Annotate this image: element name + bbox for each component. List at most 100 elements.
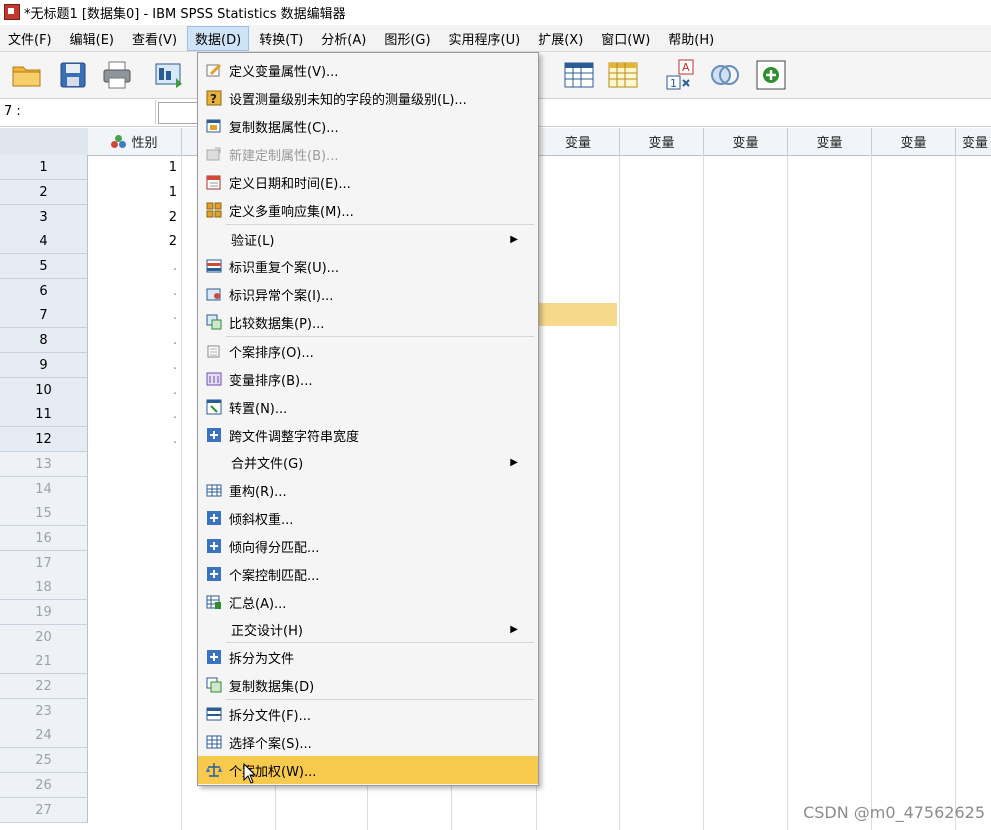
row-header[interactable]: 14 [0, 477, 88, 502]
menu-item-split-into-files[interactable]: 拆分为文件 [198, 643, 538, 671]
data-cell[interactable]: . [88, 402, 181, 426]
row-header[interactable]: 21 [0, 649, 88, 674]
row-header[interactable]: 26 [0, 773, 88, 798]
data-cell[interactable]: . [88, 303, 181, 327]
menu-transform[interactable]: 转换(T) [251, 26, 311, 51]
row-header[interactable]: 11 [0, 402, 88, 427]
selected-cell[interactable] [537, 303, 617, 326]
row-header[interactable]: 7 [0, 303, 88, 328]
row-header[interactable]: 9 [0, 353, 88, 378]
data-view-icon[interactable] [562, 58, 596, 92]
row-header[interactable]: 27 [0, 798, 88, 823]
row-header[interactable]: 25 [0, 748, 88, 773]
row-header[interactable]: 4 [0, 229, 88, 254]
menu-edit[interactable]: 编辑(E) [62, 26, 122, 51]
cell-value-field[interactable] [158, 102, 198, 124]
menu-item-restructure[interactable]: 重构(R)... [198, 476, 538, 504]
data-cell[interactable]: 2 [88, 229, 181, 253]
column-header-variable[interactable]: 变量 [956, 128, 991, 156]
menu-item-propensity-score-matching[interactable]: 倾向得分匹配... [198, 532, 538, 560]
row-header[interactable]: 24 [0, 723, 88, 748]
menu-item-sort-variables[interactable]: 变量排序(B)... [198, 365, 538, 393]
menu-item-new-custom-attribute[interactable]: 新建定制属性(B)... [198, 140, 538, 168]
column-header-gender[interactable]: 性别 [88, 128, 182, 156]
spelling-icon[interactable] [754, 58, 788, 92]
menu-item-aggregate[interactable]: 汇总(A)... [198, 588, 538, 616]
row-header[interactable]: 15 [0, 501, 88, 526]
menu-item-define-variable-properties[interactable]: 定义变量属性(V)... [198, 56, 538, 84]
row-header[interactable]: 3 [0, 205, 88, 230]
menu-item-identify-unusual-cases[interactable]: 标识异常个案(I)... [198, 280, 538, 308]
transpose-icon [206, 399, 222, 415]
menu-item-transpose[interactable]: 转置(N)... [198, 393, 538, 421]
row-header[interactable]: 2 [0, 180, 88, 205]
data-cell[interactable]: . [88, 378, 181, 402]
menu-item-set-measurement-level[interactable]: ? 设置测量级别未知的字段的测量级别(L)... [198, 84, 538, 112]
use-sets-icon[interactable] [708, 58, 742, 92]
data-cell[interactable]: 1 [88, 155, 181, 179]
row-header[interactable]: 18 [0, 575, 88, 600]
menu-view[interactable]: 查看(V) [124, 26, 185, 51]
menu-item-identify-duplicate-cases[interactable]: 标识重复个案(U)... [198, 252, 538, 280]
column-header-variable[interactable]: 变量 [620, 128, 704, 156]
recall-dialog-icon[interactable] [152, 58, 186, 92]
column-header-variable[interactable]: 变量 [537, 128, 620, 156]
submenu-arrow-icon: ▶ [510, 456, 518, 468]
menu-help[interactable]: 帮助(H) [660, 26, 722, 51]
menu-item-select-cases[interactable]: 选择个案(S)... [198, 728, 538, 756]
grid-corner[interactable] [0, 128, 89, 156]
print-icon[interactable] [100, 58, 134, 92]
menu-item-define-dates[interactable]: 定义日期和时间(E)... [198, 168, 538, 196]
menu-item-adjust-string-widths[interactable]: 跨文件调整字符串宽度 [198, 421, 538, 449]
menu-item-orthogonal-design[interactable]: 正交设计(H) ▶ [198, 615, 538, 643]
row-header[interactable]: 16 [0, 526, 88, 551]
row-header[interactable]: 22 [0, 674, 88, 699]
menu-item-copy-data-properties[interactable]: 复制数据属性(C)... [198, 112, 538, 140]
row-header[interactable]: 17 [0, 551, 88, 576]
data-cell[interactable]: 2 [88, 205, 181, 229]
menu-item-split-file[interactable]: 拆分文件(F)... [198, 700, 538, 728]
data-cell[interactable]: . [88, 353, 181, 377]
column-header-variable[interactable]: 变量 [704, 128, 788, 156]
row-header[interactable]: 13 [0, 452, 88, 477]
variable-view-icon[interactable] [606, 58, 640, 92]
menu-item-sort-cases[interactable]: 个案排序(O)... [198, 337, 538, 365]
unusual-cases-icon [206, 288, 221, 301]
menu-item-merge-files[interactable]: 合并文件(G) ▶ [198, 448, 538, 476]
column-header-variable[interactable]: 变量 [788, 128, 872, 156]
data-cell[interactable]: 1 [88, 180, 181, 204]
menu-item-compare-datasets[interactable]: 比较数据集(P)... [198, 308, 538, 336]
row-header[interactable]: 5 [0, 254, 88, 279]
column-header-variable[interactable]: 变量 [872, 128, 956, 156]
cell-name-box[interactable]: 7 : [0, 100, 156, 124]
menu-extensions[interactable]: 扩展(X) [530, 26, 591, 51]
row-header[interactable]: 20 [0, 625, 88, 650]
row-header[interactable]: 19 [0, 600, 88, 625]
menu-window[interactable]: 窗口(W) [593, 26, 658, 51]
menu-item-copy-dataset[interactable]: 复制数据集(D) [198, 671, 538, 699]
open-folder-icon[interactable] [10, 58, 44, 92]
restructure-icon [206, 484, 222, 497]
data-cell[interactable]: . [88, 279, 181, 303]
menu-item-rake-weights[interactable]: 倾斜权重... [198, 504, 538, 532]
menu-item-multiple-response-sets[interactable]: 定义多重响应集(M)... [198, 196, 538, 224]
row-header[interactable]: 10 [0, 378, 88, 403]
value-labels-icon[interactable]: A 1 [664, 58, 698, 92]
row-header[interactable]: 1 [0, 155, 88, 180]
data-cell[interactable]: . [88, 328, 181, 352]
menu-data[interactable]: 数据(D) [187, 25, 250, 51]
row-header[interactable]: 12 [0, 427, 88, 452]
menu-item-case-control-matching[interactable]: 个案控制匹配... [198, 560, 538, 588]
data-cell[interactable]: . [88, 254, 181, 278]
save-icon[interactable] [56, 58, 90, 92]
menu-graphs[interactable]: 图形(G) [376, 26, 438, 51]
column-header-partial[interactable] [182, 128, 198, 156]
row-header[interactable]: 8 [0, 328, 88, 353]
row-header[interactable]: 6 [0, 279, 88, 304]
menu-file[interactable]: 文件(F) [0, 26, 60, 51]
menu-analyze[interactable]: 分析(A) [313, 26, 374, 51]
data-cell[interactable]: . [88, 427, 181, 451]
row-header[interactable]: 23 [0, 699, 88, 724]
menu-utilities[interactable]: 实用程序(U) [441, 26, 529, 51]
menu-item-validation[interactable]: 验证(L) ▶ [198, 225, 538, 253]
